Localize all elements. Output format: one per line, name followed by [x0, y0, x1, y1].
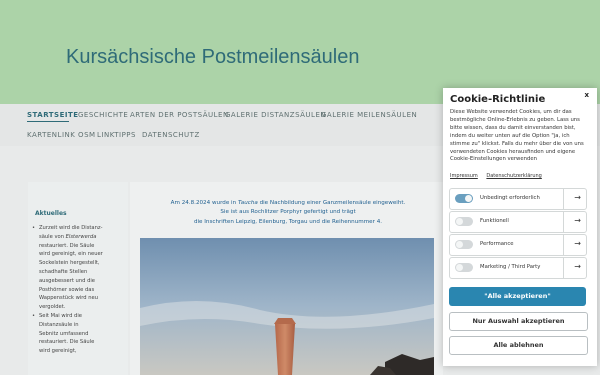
performance-toggle[interactable]: [455, 240, 473, 249]
cookie-category-required[interactable]: Unbedingt erforderlich →: [449, 188, 587, 210]
cookie-dialog-title: Cookie-Richtlinie: [450, 94, 546, 105]
cookie-category-marketing[interactable]: Marketing / Third Party →: [449, 257, 587, 279]
cookie-description: Diese Website verwendet Cookies, um dir …: [450, 109, 584, 163]
category-label: Funktionell: [480, 218, 509, 224]
nav-item-galerie-meilensaeulen[interactable]: GALERIE MEILENSÄULEN: [321, 111, 417, 119]
nav-item-startseite[interactable]: STARTSEITE: [27, 111, 79, 119]
nav-item-arten-der-postsaeulen[interactable]: ARTEN DER POSTSÄULEN: [130, 111, 229, 119]
category-label: Performance: [480, 241, 514, 247]
datenschutz-link[interactable]: Datenschutzerklärung: [486, 173, 541, 179]
sidebar-title: Aktuelles: [35, 210, 67, 217]
arrow-right-icon[interactable]: →: [574, 216, 581, 225]
category-label: Marketing / Third Party: [480, 264, 541, 270]
nav-item-geschichte[interactable]: GESCHICHTE: [78, 111, 128, 119]
nav-active-indicator: [27, 121, 69, 122]
nav-item-datenschutz[interactable]: DATENSCHUTZ: [142, 131, 200, 139]
arrow-right-icon[interactable]: →: [574, 239, 581, 248]
news-item: Zurzeit wird die Distanz- säule von Elst…: [32, 224, 116, 312]
news-item: Seit Mai wird die Distanzsäule in Sebnit…: [32, 312, 116, 356]
close-icon[interactable]: x: [584, 91, 589, 99]
accept-selection-button[interactable]: Nur Auswahl akzeptieren: [449, 312, 588, 331]
functional-toggle[interactable]: [455, 217, 473, 226]
cookie-category-functional[interactable]: Funktionell →: [449, 211, 587, 233]
impressum-link[interactable]: Impressum: [450, 173, 478, 179]
site-title[interactable]: Kursächsische Postmeilensäulen: [66, 46, 360, 69]
reject-all-button[interactable]: Alle ablehnen: [449, 336, 588, 355]
category-label: Unbedingt erforderlich: [480, 195, 540, 201]
milestone-photo: [140, 238, 434, 375]
accept-all-button[interactable]: "Alle akzeptieren": [449, 287, 586, 306]
news-list: Zurzeit wird die Distanz- säule von Elst…: [32, 224, 116, 356]
intro-text: Am 24.8.2024 wurde in Taucha die Nachbil…: [170, 200, 406, 225]
marketing-toggle[interactable]: [455, 263, 473, 272]
cookie-category-performance[interactable]: Performance →: [449, 234, 587, 256]
arrow-right-icon[interactable]: →: [574, 262, 581, 271]
cookie-links: Impressum Datenschutzerklärung: [450, 173, 549, 179]
arrow-right-icon[interactable]: →: [574, 193, 581, 202]
nav-item-kartenlink-osm[interactable]: KARTENLINK OSM: [27, 131, 96, 139]
milestone-photo-image: [140, 238, 434, 375]
nav-item-linktipps[interactable]: LINKTIPPS: [97, 131, 136, 139]
cookie-consent-dialog: Cookie-Richtlinie x Diese Website verwen…: [443, 88, 597, 366]
nav-item-galerie-distanzsaeulen[interactable]: GALERIE DISTANZSÄULEN: [225, 111, 326, 119]
required-toggle[interactable]: [455, 194, 473, 203]
